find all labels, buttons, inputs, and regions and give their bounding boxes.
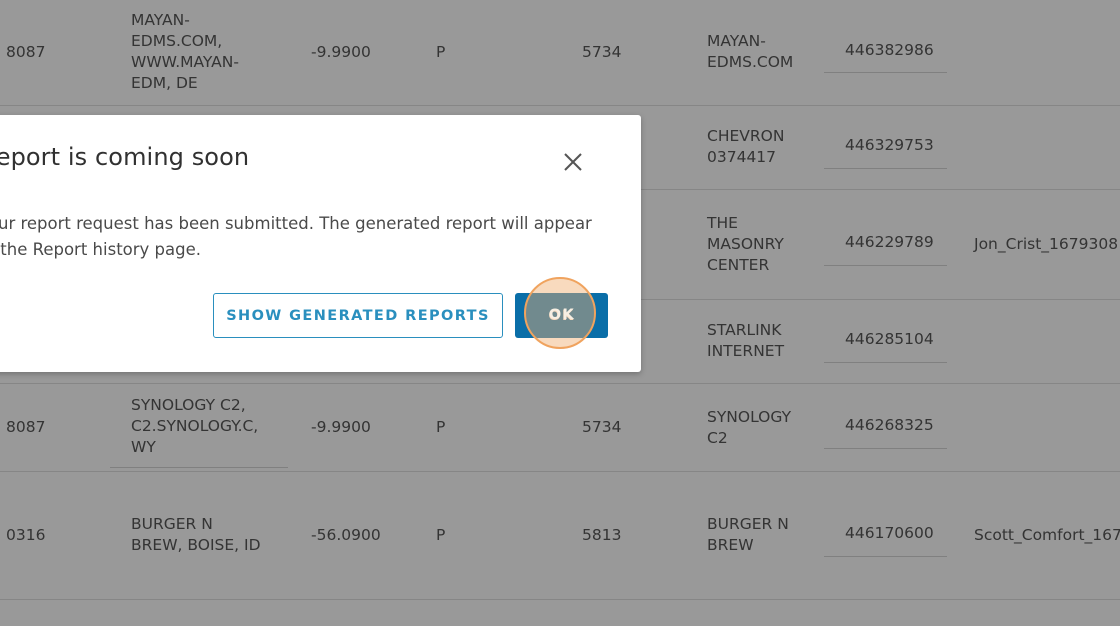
modal-message: Your report request has been submitted. …	[0, 214, 592, 259]
ok-button[interactable]: OK	[515, 293, 608, 338]
show-generated-reports-button[interactable]: SHOW GENERATED REPORTS	[213, 293, 503, 338]
report-modal: Report is coming soon Your report reques…	[0, 115, 641, 372]
close-icon[interactable]	[560, 149, 586, 175]
modal-title: Report is coming soon	[0, 143, 250, 171]
close-button[interactable]	[560, 149, 586, 175]
